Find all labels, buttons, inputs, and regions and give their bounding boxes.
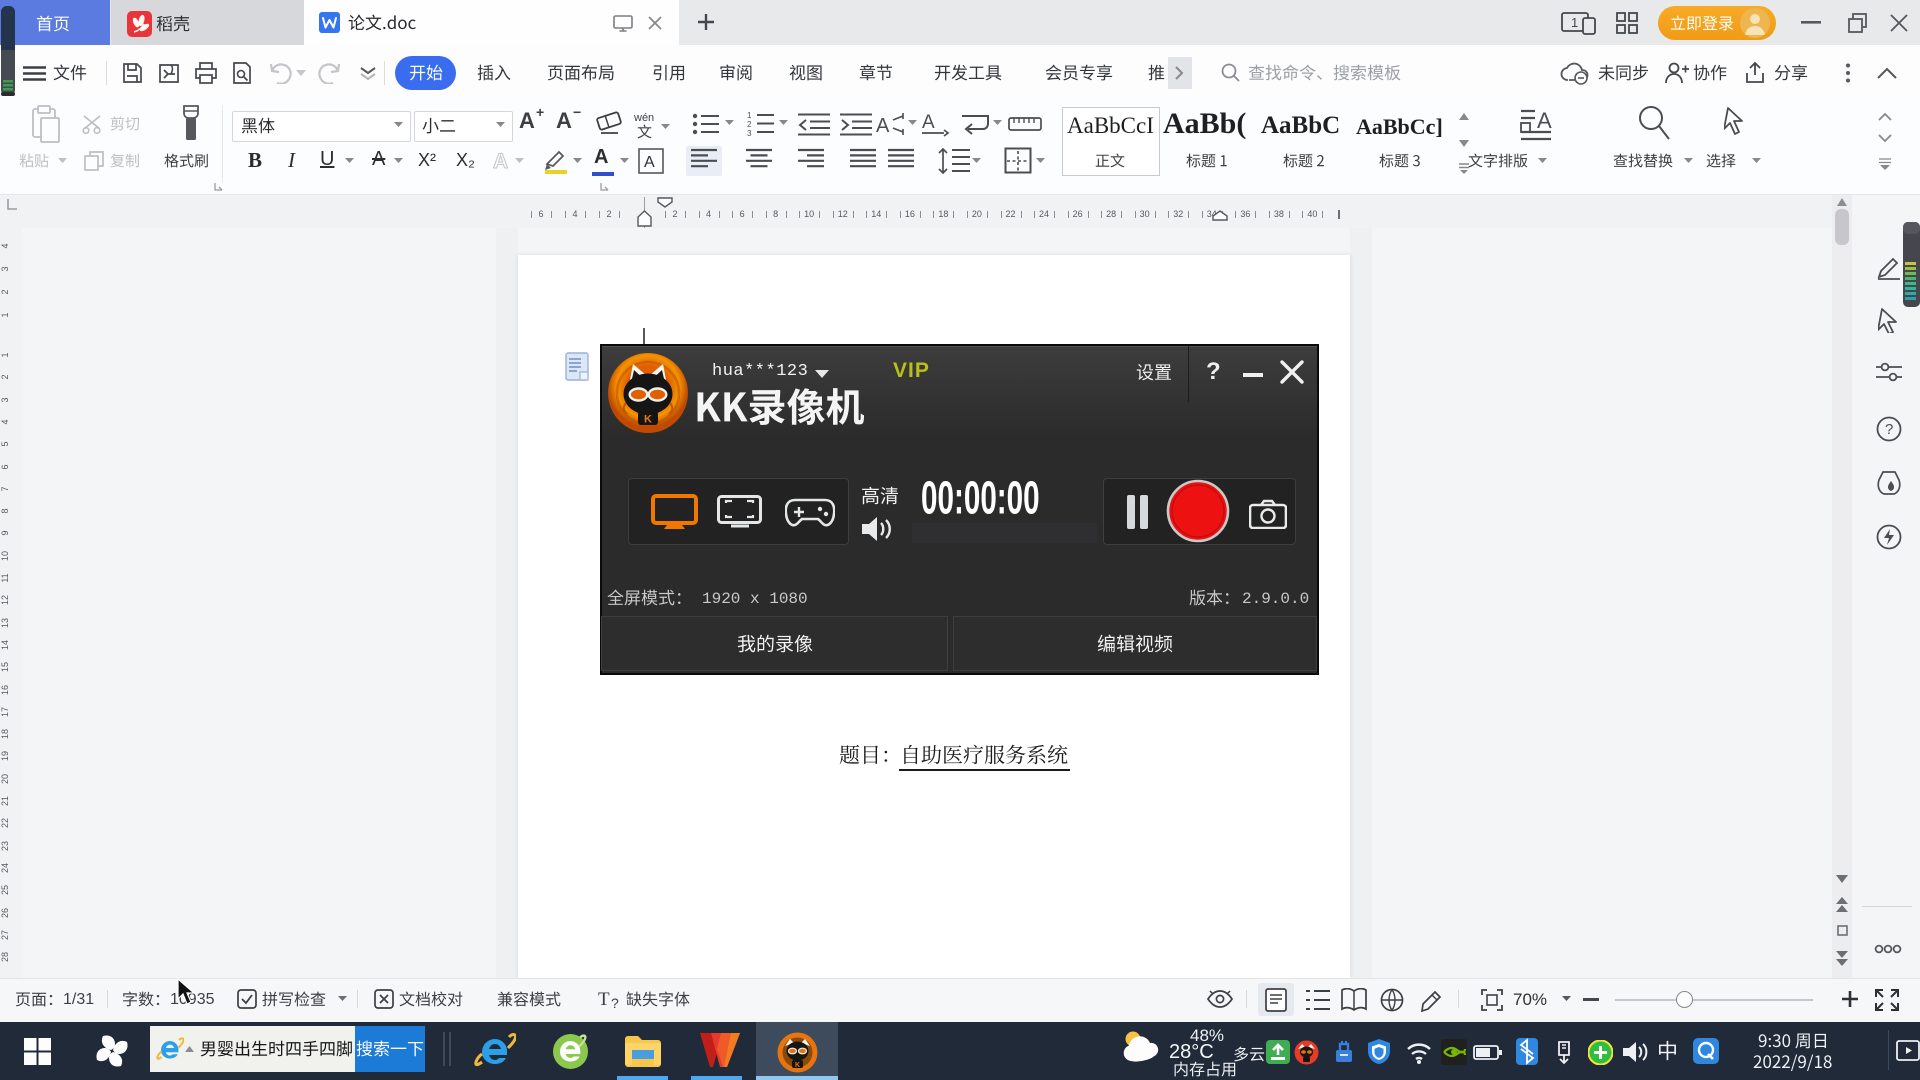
svg-text:?: ? <box>611 995 619 1010</box>
svg-text:T: T <box>598 989 610 1010</box>
svg-text:1: 1 <box>747 111 752 120</box>
svg-text:1: 1 <box>1571 15 1578 30</box>
svg-text:A: A <box>1537 108 1552 133</box>
svg-text:A: A <box>876 115 890 136</box>
svg-text:A: A <box>644 154 655 171</box>
svg-text:A: A <box>922 112 935 133</box>
svg-text:3: 3 <box>747 129 752 137</box>
svg-text:?: ? <box>1885 421 1893 438</box>
svg-text:2: 2 <box>747 120 752 129</box>
svg-text:K: K <box>644 414 652 426</box>
svg-text:K: K <box>795 1062 800 1069</box>
svg-text:A: A <box>493 150 508 172</box>
